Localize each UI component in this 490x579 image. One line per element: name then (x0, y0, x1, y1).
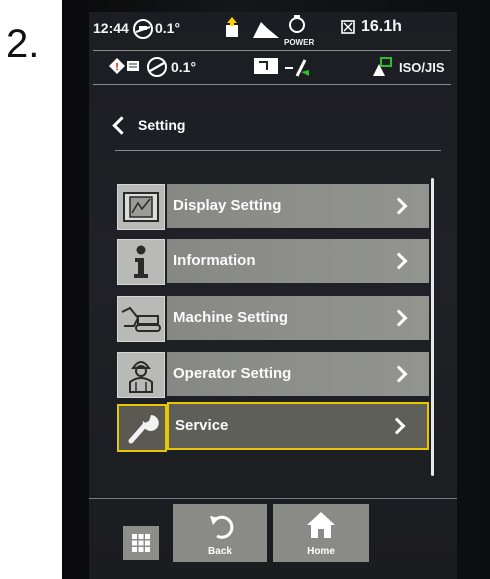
svg-text:!: ! (115, 62, 118, 73)
home-button-label: Home (307, 546, 335, 557)
grid-icon (132, 534, 150, 552)
back-arrow-icon (210, 515, 234, 539)
scrollbar[interactable] (431, 178, 434, 476)
menu-item-operator-setting[interactable]: Operator Setting (117, 352, 429, 398)
hours-text: 16.1h (361, 18, 402, 35)
chevron-right-icon (390, 365, 408, 383)
home-button[interactable]: Home (273, 504, 369, 562)
menu-item-display-setting[interactable]: Display Setting (117, 184, 429, 230)
clock-text: 12:44 (93, 20, 129, 36)
back-button-label: Back (208, 546, 232, 557)
angle-top-text: 0.1° (155, 20, 181, 36)
home-icon (307, 512, 335, 538)
menu-item-service[interactable]: Service (117, 402, 429, 452)
header-divider (115, 150, 441, 151)
pattern-text: ISO/JIS (399, 60, 445, 75)
menu-item-label: Information (173, 252, 256, 269)
wrench-icon (117, 404, 167, 452)
swing-angle-icon (147, 57, 167, 77)
display-screen: 12:44 0.1° POWER 16.1h ! 0.1° ISO/JIS Se… (89, 12, 457, 579)
status-bar: 12:44 0.1° POWER 16.1h ! 0.1° ISO/JIS (89, 12, 457, 92)
menu-item-label: Display Setting (173, 197, 282, 214)
chevron-right-icon (390, 252, 408, 270)
chevron-left-icon (112, 115, 131, 135)
chevron-right-icon (390, 197, 408, 215)
inclination-icon (133, 19, 153, 39)
operator-icon (117, 352, 165, 398)
hourmeter-icon (341, 20, 355, 34)
back-button[interactable]: Back (173, 504, 267, 562)
chevron-right-icon (390, 309, 408, 327)
chevron-right-icon (388, 417, 406, 435)
attachment-icon (254, 58, 278, 74)
footer-divider (89, 498, 457, 499)
info-icon (117, 239, 165, 285)
back-to-setting-link[interactable]: Setting (112, 114, 186, 136)
angle-bottom-text: 0.1° (171, 59, 197, 75)
page-title: Setting (138, 117, 186, 133)
display-icon (117, 184, 165, 230)
power-label: POWER (284, 38, 315, 47)
warning-icon: ! (109, 58, 139, 74)
menu-item-label: Service (175, 417, 229, 434)
menu-item-machine-setting[interactable]: Machine Setting (117, 296, 429, 342)
status-divider (93, 50, 451, 51)
status-divider-bottom (93, 84, 451, 85)
menu-item-label: Machine Setting (173, 309, 289, 326)
hydraulic-lock-icon (285, 59, 309, 77)
mode-icon (253, 22, 279, 38)
fuel-arrow-icon (226, 17, 238, 37)
step-number: 2. (6, 22, 40, 66)
operator-pattern-icon (373, 57, 392, 76)
menu-item-information[interactable]: Information (117, 239, 429, 285)
excavator-icon (117, 296, 165, 342)
menu-grid-button[interactable] (123, 526, 159, 560)
menu-item-label: Operator Setting (173, 365, 292, 382)
power-engine-icon (289, 15, 305, 33)
